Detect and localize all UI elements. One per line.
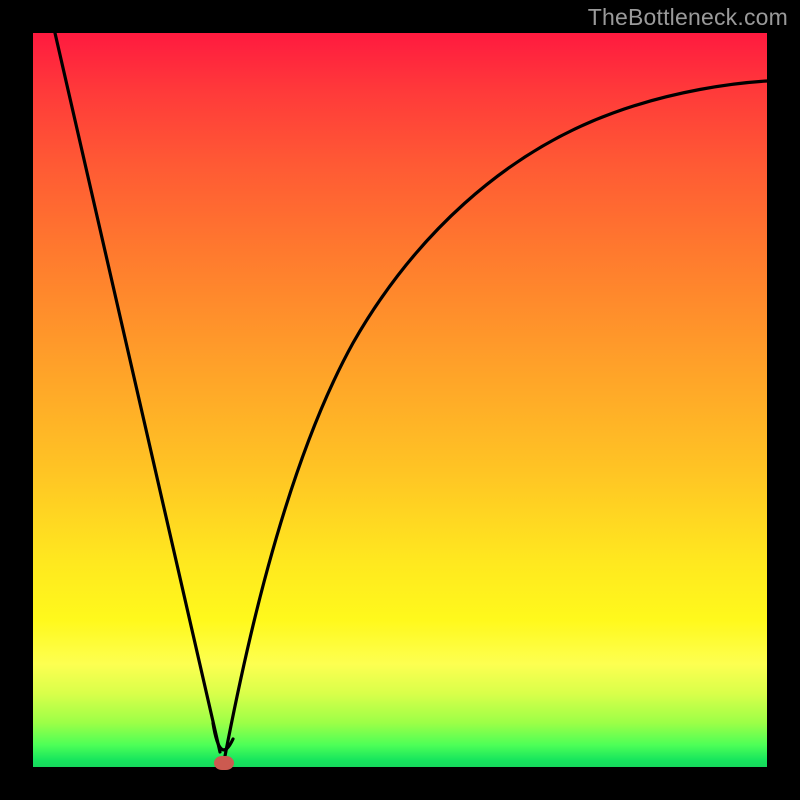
plot-area xyxy=(33,33,767,767)
bottleneck-curve xyxy=(33,33,767,767)
watermark-text: TheBottleneck.com xyxy=(588,4,788,31)
optimal-marker xyxy=(214,756,234,770)
chart-frame: TheBottleneck.com xyxy=(0,0,800,800)
curve-right-branch xyxy=(225,81,767,756)
curve-left-branch xyxy=(55,33,220,752)
